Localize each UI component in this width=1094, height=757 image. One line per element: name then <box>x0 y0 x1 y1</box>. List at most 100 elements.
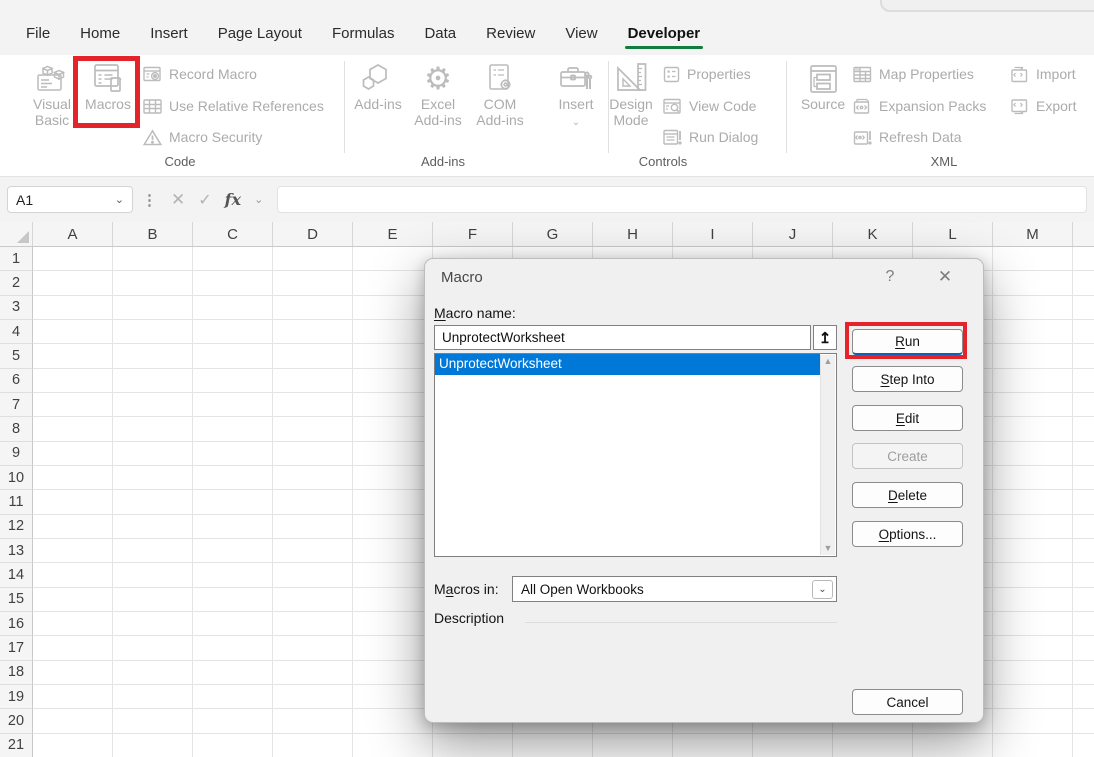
column-header-B[interactable]: B <box>113 222 193 246</box>
cell-A19[interactable] <box>33 685 113 709</box>
tab-data[interactable]: Data <box>409 15 471 55</box>
cell-L21[interactable] <box>913 734 993 757</box>
cell-M11[interactable] <box>993 490 1073 514</box>
cell-I21[interactable] <box>673 734 753 757</box>
confirm-entry-icon[interactable]: ✓ <box>198 190 211 210</box>
macros-in-dropdown[interactable]: All Open Workbooks ⌄ <box>512 576 837 602</box>
cell-J21[interactable] <box>753 734 833 757</box>
cell-partial-4[interactable] <box>1073 320 1094 344</box>
com-add-ins-button[interactable]: COM Add-ins <box>468 60 532 128</box>
cell-D5[interactable] <box>273 344 353 368</box>
cell-D18[interactable] <box>273 661 353 685</box>
row-header-7[interactable]: 7 <box>0 393 33 417</box>
cell-B6[interactable] <box>113 369 193 393</box>
cell-B12[interactable] <box>113 515 193 539</box>
cell-C13[interactable] <box>193 539 273 563</box>
row-header-21[interactable]: 21 <box>0 734 33 757</box>
visual-basic-button[interactable]: Visual Basic <box>27 60 77 128</box>
tab-page-layout[interactable]: Page Layout <box>203 15 317 55</box>
properties-button[interactable]: Properties <box>663 63 751 85</box>
cell-E16[interactable] <box>353 612 433 636</box>
tab-review[interactable]: Review <box>471 15 550 55</box>
row-header-1[interactable]: 1 <box>0 247 33 271</box>
cell-A9[interactable] <box>33 442 113 466</box>
cancel-button[interactable]: Cancel <box>852 689 963 715</box>
macro-list-item-selected[interactable]: UnprotectWorksheet <box>435 354 820 375</box>
cell-D13[interactable] <box>273 539 353 563</box>
row-header-13[interactable]: 13 <box>0 539 33 563</box>
cell-B3[interactable] <box>113 296 193 320</box>
cell-A10[interactable] <box>33 466 113 490</box>
cell-A12[interactable] <box>33 515 113 539</box>
cell-C7[interactable] <box>193 393 273 417</box>
cell-B14[interactable] <box>113 563 193 587</box>
cell-B5[interactable] <box>113 344 193 368</box>
row-header-10[interactable]: 10 <box>0 466 33 490</box>
cell-M14[interactable] <box>993 563 1073 587</box>
import-button[interactable]: Import <box>1010 63 1076 85</box>
cell-partial-3[interactable] <box>1073 296 1094 320</box>
row-header-19[interactable]: 19 <box>0 685 33 709</box>
tab-insert[interactable]: Insert <box>135 15 203 55</box>
cell-C1[interactable] <box>193 247 273 271</box>
cell-C16[interactable] <box>193 612 273 636</box>
help-icon[interactable]: ? <box>880 268 900 286</box>
cell-D11[interactable] <box>273 490 353 514</box>
cell-D7[interactable] <box>273 393 353 417</box>
column-header-J[interactable]: J <box>753 222 833 246</box>
select-all-corner[interactable] <box>0 222 33 246</box>
cell-E12[interactable] <box>353 515 433 539</box>
cell-C10[interactable] <box>193 466 273 490</box>
cell-D21[interactable] <box>273 734 353 757</box>
cell-M18[interactable] <box>993 661 1073 685</box>
cell-A2[interactable] <box>33 271 113 295</box>
cell-A18[interactable] <box>33 661 113 685</box>
cell-A3[interactable] <box>33 296 113 320</box>
cell-partial-7[interactable] <box>1073 393 1094 417</box>
map-properties-button[interactable]: Map Properties <box>853 63 974 85</box>
cell-M10[interactable] <box>993 466 1073 490</box>
cell-partial-18[interactable] <box>1073 661 1094 685</box>
cell-partial-17[interactable] <box>1073 636 1094 660</box>
cell-D8[interactable] <box>273 417 353 441</box>
cell-A13[interactable] <box>33 539 113 563</box>
cell-A14[interactable] <box>33 563 113 587</box>
cell-E21[interactable] <box>353 734 433 757</box>
formula-input[interactable] <box>277 186 1087 213</box>
delete-button[interactable]: Delete <box>852 482 963 508</box>
cell-D3[interactable] <box>273 296 353 320</box>
row-header-12[interactable]: 12 <box>0 515 33 539</box>
name-box[interactable]: A1 ⌄ <box>7 186 133 213</box>
cell-B4[interactable] <box>113 320 193 344</box>
cell-partial-16[interactable] <box>1073 612 1094 636</box>
column-header-A[interactable]: A <box>33 222 113 246</box>
edit-button[interactable]: Edit <box>852 405 963 431</box>
cell-E11[interactable] <box>353 490 433 514</box>
cell-A7[interactable] <box>33 393 113 417</box>
cell-M15[interactable] <box>993 588 1073 612</box>
expansion-packs-button[interactable]: Expansion Packs <box>853 95 986 117</box>
cell-B16[interactable] <box>113 612 193 636</box>
cell-D12[interactable] <box>273 515 353 539</box>
cell-D6[interactable] <box>273 369 353 393</box>
cell-D20[interactable] <box>273 709 353 733</box>
cell-G21[interactable] <box>513 734 593 757</box>
cell-partial-8[interactable] <box>1073 417 1094 441</box>
macro-security-button[interactable]: Macro Security <box>143 126 262 148</box>
cell-D14[interactable] <box>273 563 353 587</box>
cell-M1[interactable] <box>993 247 1073 271</box>
cell-D10[interactable] <box>273 466 353 490</box>
cell-D1[interactable] <box>273 247 353 271</box>
cell-M2[interactable] <box>993 271 1073 295</box>
cell-E13[interactable] <box>353 539 433 563</box>
cell-A8[interactable] <box>33 417 113 441</box>
cell-E19[interactable] <box>353 685 433 709</box>
column-header-F[interactable]: F <box>433 222 513 246</box>
cell-E20[interactable] <box>353 709 433 733</box>
cell-C6[interactable] <box>193 369 273 393</box>
cell-partial-1[interactable] <box>1073 247 1094 271</box>
cell-B15[interactable] <box>113 588 193 612</box>
cell-M7[interactable] <box>993 393 1073 417</box>
formula-chevron-icon[interactable]: ⌄ <box>254 193 263 206</box>
cell-partial-12[interactable] <box>1073 515 1094 539</box>
